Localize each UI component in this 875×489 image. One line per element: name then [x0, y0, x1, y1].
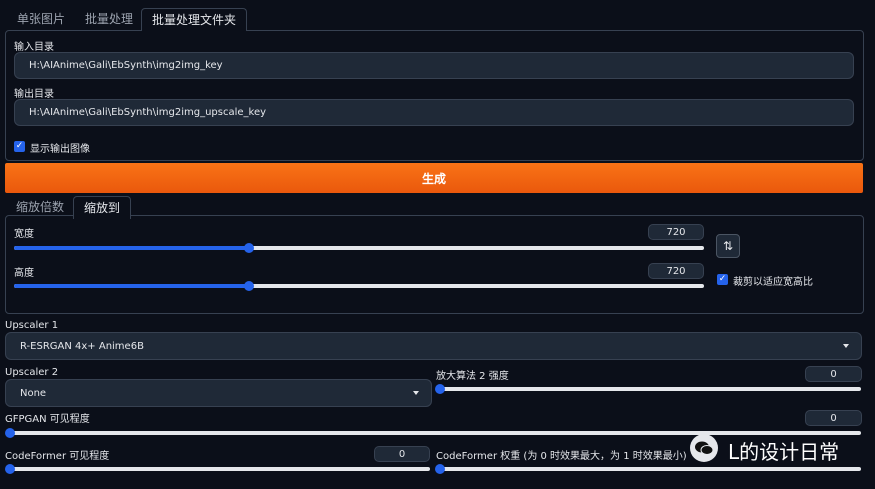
swap-dimensions-button[interactable]: ⇅	[716, 234, 740, 258]
output-dir-field[interactable]: H:\AIAnime\Gali\EbSynth\img2img_upscale_…	[14, 99, 854, 126]
width-slider[interactable]	[14, 243, 704, 253]
crop-label: 裁剪以适应宽高比	[733, 277, 813, 288]
output-dir-label: 输出目录	[14, 89, 54, 100]
generate-button[interactable]: 生成	[5, 163, 863, 193]
gfpgan-input[interactable]: 0	[805, 410, 862, 426]
width-input[interactable]: 720	[648, 224, 704, 240]
gfpgan-slider-thumb[interactable]	[5, 428, 15, 438]
upscaler2-strength-thumb[interactable]	[435, 384, 445, 394]
codeformer-weight-slider[interactable]	[435, 464, 861, 474]
width-label: 宽度	[14, 229, 34, 240]
tab-batch[interactable]: 批量处理	[75, 8, 143, 30]
crop-checkbox[interactable]: ✓	[717, 274, 728, 285]
height-input[interactable]: 720	[648, 263, 704, 279]
upscaler2-value: None	[20, 387, 47, 399]
upscaler2-strength-slider[interactable]	[435, 384, 861, 394]
show-output-label: 显示输出图像	[30, 144, 90, 155]
height-slider-thumb[interactable]	[243, 281, 254, 291]
codeformer-input[interactable]: 0	[374, 446, 430, 462]
batch-folder-panel	[5, 30, 864, 161]
codeformer-weight-label: CodeFormer 权重 (为 0 时效果最大，为 1 时效果最小)	[436, 451, 687, 462]
watermark-text: L的设计日常	[728, 440, 840, 464]
codeformer-label: CodeFormer 可见程度	[5, 451, 110, 462]
upscaler2-strength-label: 放大算法 2 强度	[436, 371, 509, 382]
upscaler1-value: R-ESRGAN 4x+ Anime6B	[20, 340, 144, 352]
upscaler2-dropdown[interactable]: None	[5, 379, 432, 407]
height-label: 高度	[14, 268, 34, 279]
input-dir-label: 输入目录	[14, 42, 54, 53]
codeformer-weight-thumb[interactable]	[435, 464, 445, 474]
scale-to-panel	[5, 215, 864, 314]
wechat-logo-icon	[690, 434, 718, 462]
tab-scale-to[interactable]: 缩放到	[73, 196, 132, 219]
gfpgan-slider[interactable]	[5, 428, 861, 438]
show-output-checkbox[interactable]: ✓	[14, 141, 25, 152]
codeformer-slider-thumb[interactable]	[5, 464, 15, 474]
tab-batch-folder[interactable]: 批量处理文件夹	[141, 8, 248, 31]
height-slider[interactable]	[14, 281, 704, 291]
input-dir-field[interactable]: H:\AIAnime\Gali\EbSynth\img2img_key	[14, 52, 854, 79]
swap-vertical-icon: ⇅	[722, 239, 734, 253]
chevron-down-icon	[843, 344, 849, 348]
chevron-down-icon	[413, 391, 419, 395]
upscaler1-label: Upscaler 1	[5, 320, 59, 331]
codeformer-slider[interactable]	[5, 464, 430, 474]
upscaler2-strength-input[interactable]: 0	[805, 366, 862, 382]
upscaler2-label: Upscaler 2	[5, 367, 59, 378]
upscaler1-dropdown[interactable]: R-ESRGAN 4x+ Anime6B	[5, 332, 862, 360]
gfpgan-label: GFPGAN 可见程度	[5, 414, 90, 425]
tab-single-image[interactable]: 单张图片	[7, 8, 75, 30]
width-slider-thumb[interactable]	[243, 243, 254, 253]
